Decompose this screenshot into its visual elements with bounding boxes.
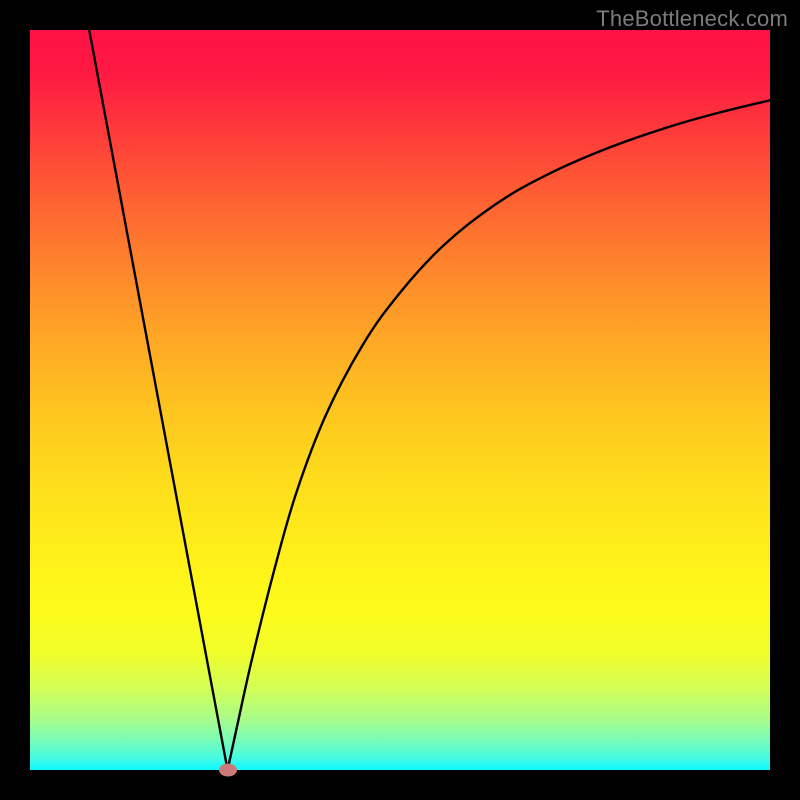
plot-area — [30, 30, 770, 770]
curve-svg — [30, 30, 770, 770]
source-label: TheBottleneck.com — [596, 6, 788, 32]
bottleneck-curve — [89, 30, 770, 770]
vertex-marker — [219, 764, 237, 777]
chart-frame: TheBottleneck.com — [0, 0, 800, 800]
